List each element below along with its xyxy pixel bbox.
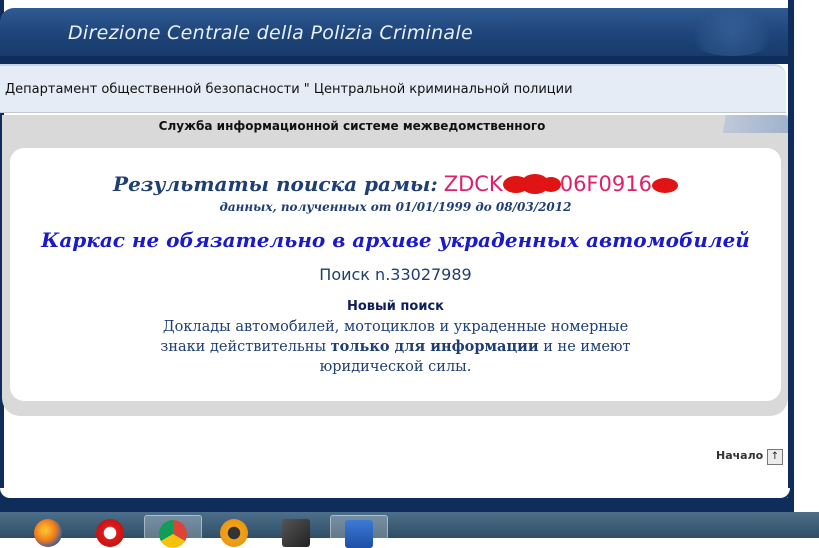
results-heading-line: Результаты поиска рамы: ZDCK 06F0916	[10, 172, 781, 196]
taskbar-opera[interactable]	[82, 515, 138, 547]
word-icon	[345, 520, 373, 548]
vin-part-start: ZDCK	[443, 172, 503, 196]
disclaimer-text: Доклады автомобилей, мотоциклов и украде…	[150, 317, 641, 377]
date-range: данных, полученных от 01/01/1999 до 08/0…	[219, 200, 572, 214]
disclaimer-bold: только для информации	[330, 338, 539, 355]
service-title: Служба информационной системе межведомст…	[158, 119, 546, 133]
window-frame-right	[788, 0, 819, 512]
taskbar-winrar[interactable]	[268, 515, 324, 547]
banner-edge	[0, 56, 788, 64]
chrome-icon	[159, 520, 187, 548]
avast-icon	[220, 519, 248, 547]
emblem-watermark-icon	[686, 10, 778, 56]
search-number: Поиск n.33027989	[319, 265, 472, 284]
taskbar-avast[interactable]	[206, 515, 262, 547]
arrow-up-icon[interactable]: ↑	[767, 449, 783, 465]
back-to-top-link[interactable]: Начало	[716, 449, 763, 462]
vin-part-end: 06F0916	[559, 172, 652, 196]
banner-title: Direzione Centrale della Polizia Crimina…	[68, 22, 473, 44]
page-bottom-edge	[0, 488, 790, 498]
winrar-icon	[282, 519, 310, 547]
department-strip: Департамент общественной безопасности " …	[0, 64, 786, 113]
panel-tab-decoration	[698, 115, 788, 133]
taskbar-chrome[interactable]	[144, 515, 202, 548]
header-banner: Direzione Centrale della Polizia Crimina…	[0, 8, 788, 58]
taskbar-firefox[interactable]	[20, 515, 76, 547]
content-panel: Служба информационной системе межведомст…	[2, 115, 788, 416]
taskbar	[0, 512, 819, 548]
results-card: Результаты поиска рамы: ZDCK 06F0916 данны…	[10, 148, 781, 401]
vin-redaction-end	[651, 177, 678, 193]
vin-value: ZDCK 06F0916	[444, 172, 678, 196]
results-heading: Результаты поиска рамы:	[113, 172, 438, 196]
vin-redaction	[502, 174, 561, 194]
department-name: Департамент общественной безопасности " …	[5, 82, 573, 97]
new-search-link[interactable]: Новый поиск	[10, 299, 781, 314]
opera-icon	[96, 519, 124, 547]
firefox-icon	[34, 519, 62, 547]
not-stolen-notice: Каркас не обязательно в архиве украденны…	[41, 228, 750, 252]
taskbar-word[interactable]	[330, 515, 388, 548]
